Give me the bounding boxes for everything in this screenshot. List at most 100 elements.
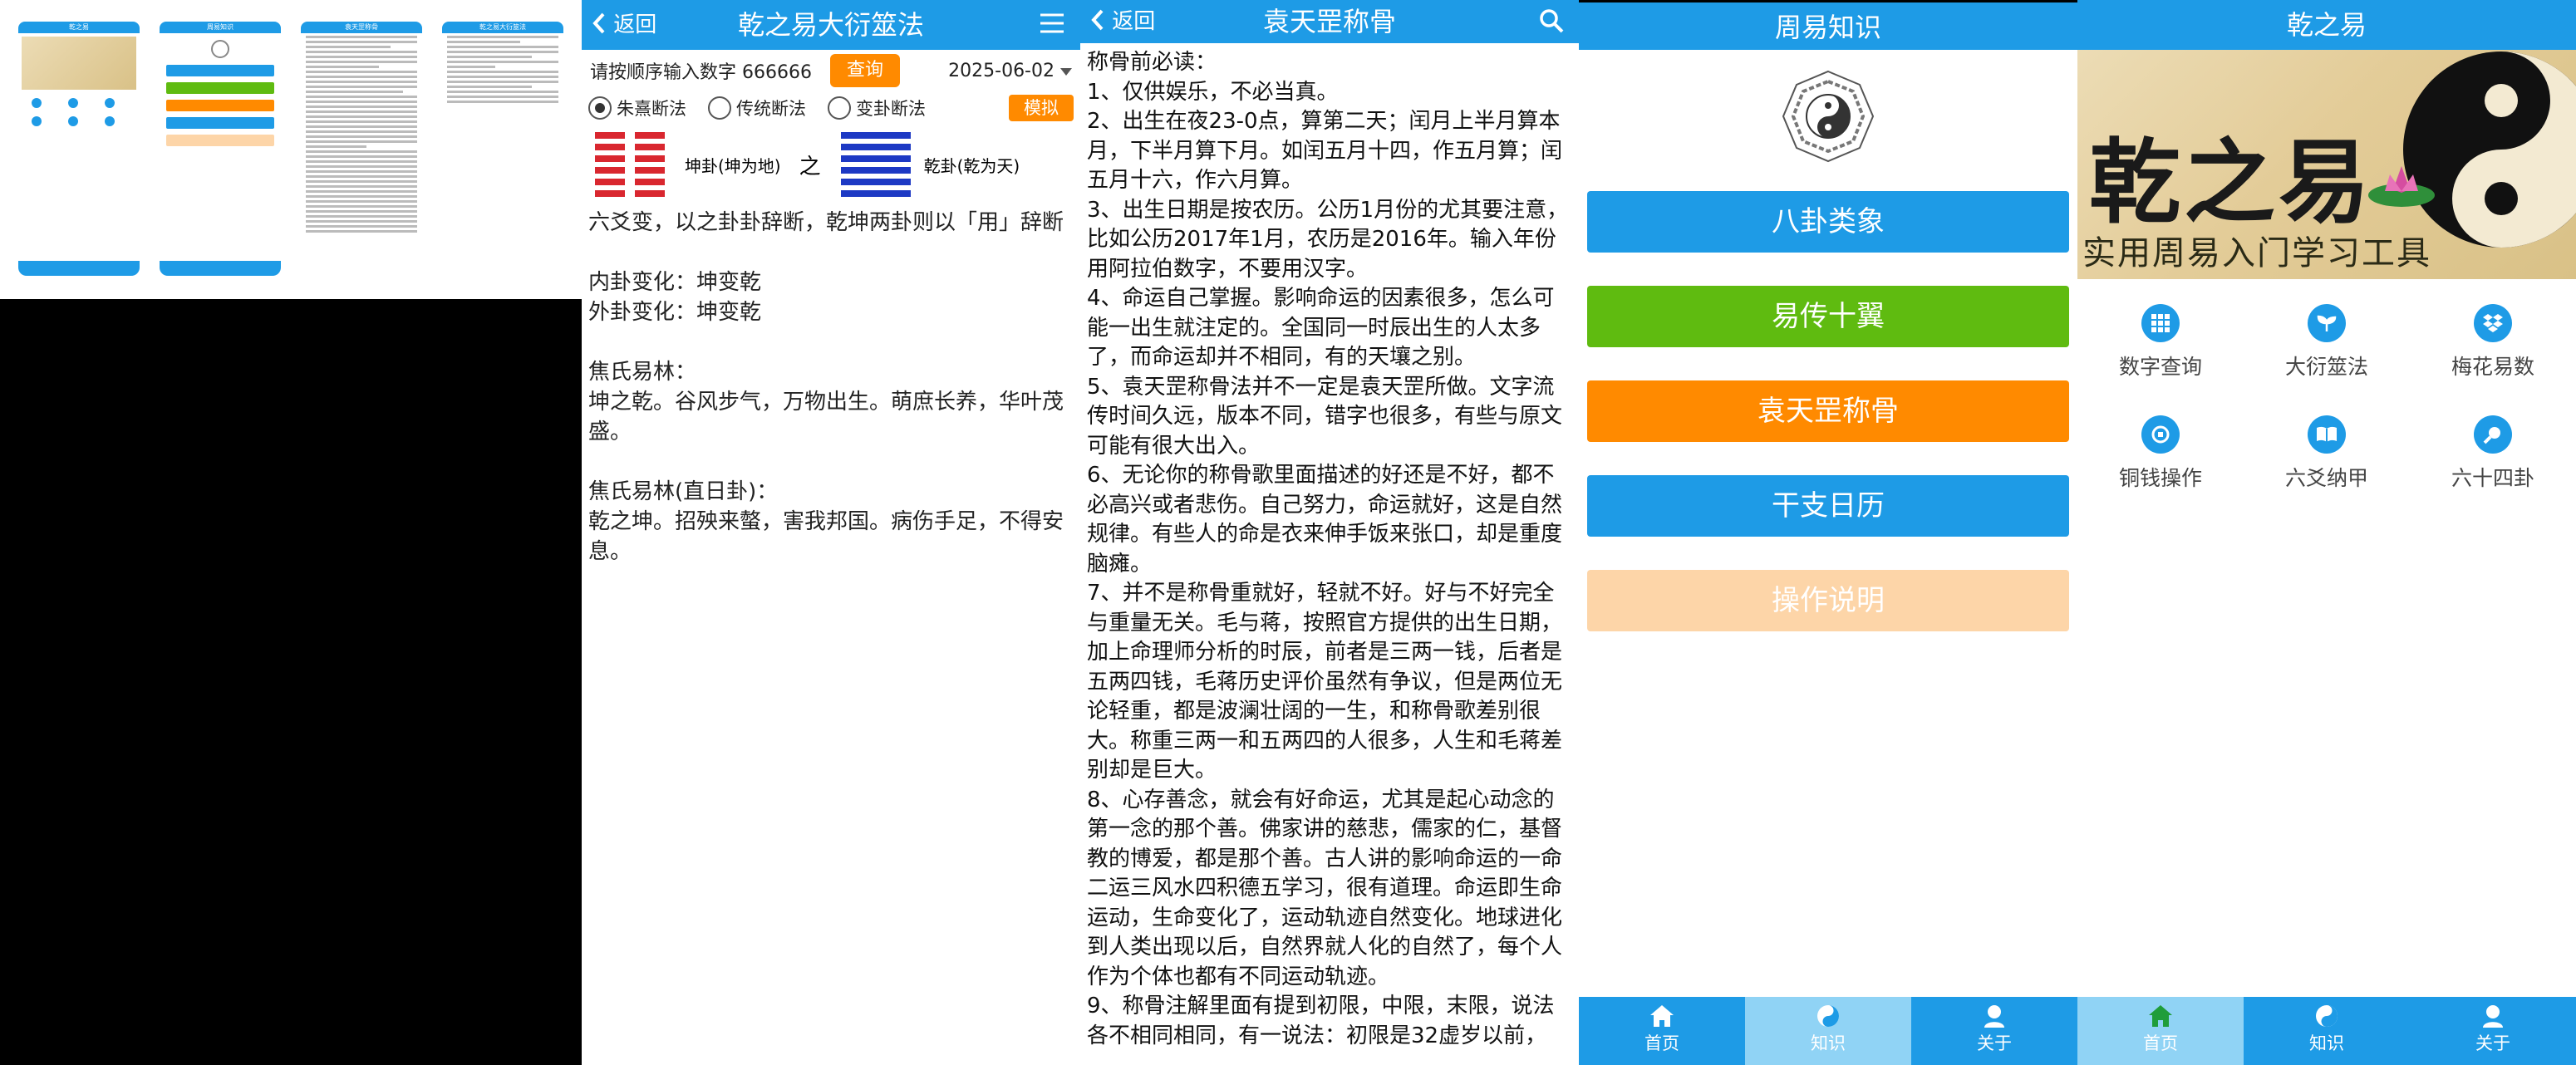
radio-label: 传统断法 [736,99,806,119]
radio-checked-icon [588,96,612,120]
gua-row: 坤卦(坤为地) 之 乾卦(乾为天) [582,125,1080,204]
grid-icon [2141,304,2180,342]
page-title: 乾之易大衍筮法 [737,9,924,41]
thumb-home-banner [22,37,136,90]
result-line: 乾之坤。招殃来螫，害我邦国。病伤手足，不得安息。 [588,509,1064,564]
method-radio-group: 朱熹断法 传统断法 变卦断法 模拟 [582,91,1080,125]
nav-knowledge[interactable]: 知识 [2244,997,2410,1065]
notice-line: 4、命运自己掌握。影响命运的因素很多，怎么可能一出生就注定的。全国同一时辰出生的… [1087,286,1555,370]
qian-hexagram-icon [840,132,911,197]
page-title: 周易知识 [1774,12,1881,43]
thumb-zhishi[interactable]: 周易知识 [160,22,281,276]
nav-label: 关于 [1977,1033,2012,1053]
dropdown-arrow-icon [1060,67,1072,76]
feature-grid: 数字查询 大衍筮法 梅花易数 铜钱操作 六爻纳甲 六十四卦 [2077,279,2576,510]
dayan-header: 返回 乾之易大衍筮法 [582,0,1080,50]
nav-label: 首页 [2143,1033,2178,1053]
bottom-nav: 首页 知识 关于 [1579,997,2077,1065]
grid-item-64gua[interactable]: 六十四卦 [2410,410,2576,510]
result-line [588,327,1074,357]
grid-label: 数字查询 [2118,355,2202,379]
book-icon [2308,415,2346,454]
btn-caozuo-shuoming[interactable]: 操作说明 [1587,570,2069,631]
kun-hexagram-icon [595,132,665,197]
thumb-dayan[interactable]: 乾之易大衍筮法 [442,22,563,276]
thumb-btn-5 [166,135,274,146]
search-icon[interactable] [1539,8,1564,37]
nav-label: 关于 [2475,1033,2510,1053]
radio-biangua[interactable]: 变卦断法 [828,96,926,120]
gua-of-label: 之 [799,154,821,179]
grid-item-meihua[interactable]: 梅花易数 [2410,299,2576,410]
thumb-home-title: 乾之易 [18,22,140,33]
thumb-yuan-text [301,36,422,233]
home-header: 乾之易 [2077,0,2576,50]
thumb-btn-4 [166,117,274,129]
grid-label: 大衍筮法 [2284,355,2368,379]
thumb-home-grid [18,93,140,130]
btn-yuan-chenggu[interactable]: 袁天罡称骨 [1587,380,2069,442]
radio-zhuxi[interactable]: 朱熹断法 [588,96,686,120]
radio-unchecked-icon [828,96,851,120]
gua-from-label: 坤卦(坤为地) [685,155,781,176]
notice-line: 9、称骨注解里面有提到初限，中限，末限，说法各不相同相同，有一说法：初限是32虚… [1087,994,1555,1048]
search-icon [2474,415,2512,454]
nav-home[interactable]: 首页 [2077,997,2244,1065]
notice-line: 8、心存善念，就会有好命运，尤其是起心动念的第一念的那个善。佛家讲的慈悲，儒家的… [1087,787,1563,989]
dropbox-icon [2474,304,2512,342]
grid-item-dayan[interactable]: 大衍筮法 [2244,299,2410,410]
user-icon [1984,1005,2004,1028]
radio-label: 朱熹断法 [617,99,686,119]
radio-chuantong[interactable]: 传统断法 [708,96,806,120]
thumb-yuan-title: 袁天罡称骨 [301,22,422,33]
thumb-btn-2 [166,82,274,94]
btn-bagua-leixiang[interactable]: 八卦类象 [1587,191,2069,253]
result-line: 焦氏易林(直日卦)： [588,479,779,504]
nav-label: 知识 [2309,1033,2344,1053]
notice-line: 3、出生日期是按农历。公历1月份的尤其要注意，比如公历2017年1月，农历是20… [1087,197,1569,282]
thumbnail-strip: 乾之易 周易知识 袁天罡称骨 乾之易大衍筮法 [0,0,582,299]
simulate-button[interactable]: 模拟 [1009,95,1074,121]
dayan-screen: 返回 乾之易大衍筮法 请按顺序输入数字 666666 查询 2025-06-02… [582,0,1080,1065]
gua-to-label: 乾卦(乾为天) [923,155,1020,176]
thumb-dayan-text [442,36,563,103]
nav-knowledge[interactable]: 知识 [1745,997,1911,1065]
user-icon [2483,1005,2503,1028]
grid-label: 六十四卦 [2451,466,2534,490]
yuan-screen: 返回 袁天罡称骨 称骨前必读： 1、仅供娱乐，不必当真。 2、出生在夜23-0点… [1080,0,1579,1065]
radio-label: 变卦断法 [856,99,926,119]
thumb-yuan[interactable]: 袁天罡称骨 [301,22,422,276]
date-select[interactable]: 2025-06-02 [948,61,1072,81]
radio-unchecked-icon [708,96,731,120]
yuan-header: 返回 袁天罡称骨 [1080,0,1579,43]
grid-label: 梅花易数 [2451,355,2534,379]
screenshot-root: 乾之易 周易知识 袁天罡称骨 乾之易大衍筮法 返回 乾之易大衍筮法 请按顺序输入… [0,0,2576,1065]
page-title: 袁天罡称骨 [1262,6,1396,37]
grid-item-liuyao[interactable]: 六爻纳甲 [2244,410,2410,510]
notice-line: 称骨前必读： [1087,50,1217,75]
thumb-home[interactable]: 乾之易 [18,22,140,276]
result-line: 坤之乾。谷风步气，万物出生。萌庶长养，华叶茂盛。 [588,390,1064,444]
query-button[interactable]: 查询 [829,54,900,87]
nav-home[interactable]: 首页 [1579,997,1745,1065]
btn-yizhuan-shiyi[interactable]: 易传十翼 [1587,286,2069,347]
yinyang-icon [2316,1005,2338,1027]
grid-item-coin[interactable]: 铜钱操作 [2077,410,2244,510]
nav-about[interactable]: 关于 [1911,997,2077,1065]
nav-label: 知识 [1811,1033,1846,1053]
thumb-btn-1 [166,65,274,76]
bottom-nav: 首页 知识 关于 [2077,997,2576,1065]
home-icon [2149,1005,2172,1027]
result-text: 六爻变，以之卦卦辞断，乾坤两卦则以「用」辞断 内卦变化：坤变乾 外卦变化：坤变乾… [582,204,1080,570]
query-row: 请按顺序输入数字 666666 查询 2025-06-02 [582,50,1080,91]
grid-item-number-query[interactable]: 数字查询 [2077,299,2244,410]
home-screen: 乾之易 乾之易 实用周易入门学习工具 数字查询 大衍筮法 梅花易数 铜钱操作 六… [2077,0,2576,1065]
page-title: 乾之易 [2286,9,2367,41]
input-prompt[interactable]: 请按顺序输入数字 666666 [590,57,812,84]
btn-ganzhi-rili[interactable]: 干支日历 [1587,475,2069,537]
thumb-btn-3 [166,100,274,111]
coin-icon [2141,415,2180,454]
nav-about[interactable]: 关于 [2410,997,2576,1065]
menu-icon[interactable] [1039,10,1065,40]
notice-line: 1、仅供娱乐，不必当真。 [1087,79,1339,105]
